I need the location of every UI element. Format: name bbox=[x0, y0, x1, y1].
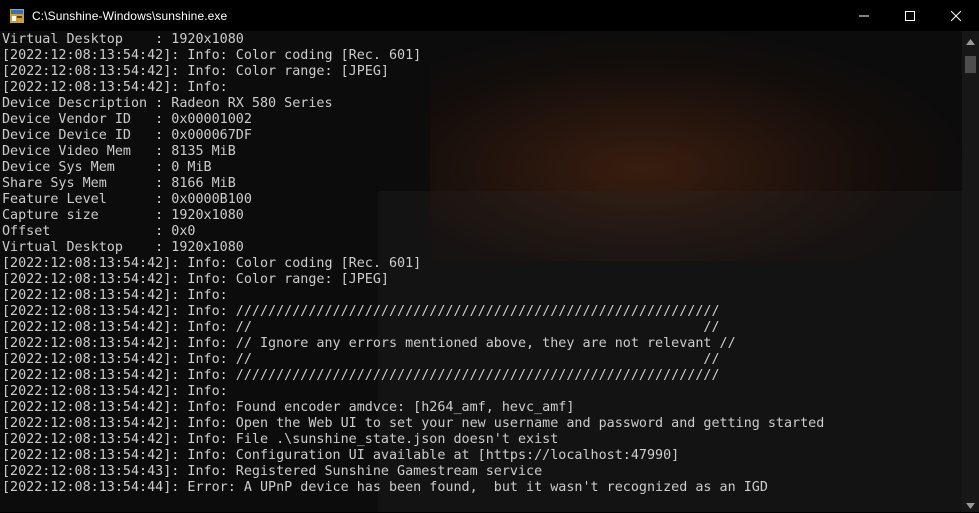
minimize-button[interactable] bbox=[841, 0, 887, 31]
console-line: Share Sys Mem : 8166 MiB bbox=[2, 176, 236, 191]
close-button[interactable] bbox=[933, 0, 979, 31]
console-line: [2022:12:08:13:54:42]: Info: Color range… bbox=[2, 64, 389, 79]
title-bar[interactable]: C:\Sunshine-Windows\sunshine.exe bbox=[0, 0, 979, 31]
console-line: [2022:12:08:13:54:42]: Info: bbox=[2, 288, 228, 303]
console-line: [2022:12:08:13:54:42]: Info: bbox=[2, 80, 228, 95]
maximize-button[interactable] bbox=[887, 0, 933, 31]
maximize-icon bbox=[905, 6, 915, 25]
scroll-down-button[interactable] bbox=[962, 495, 979, 512]
console-lines: Virtual Desktop : 1920x1080 [2022:12:08:1… bbox=[2, 32, 824, 496]
console-line: [2022:12:08:13:54:42]: Info: File .\suns… bbox=[2, 432, 559, 447]
console-line: Offset : 0x0 bbox=[2, 224, 196, 239]
console-line: [2022:12:08:13:54:42]: Info: // // bbox=[2, 352, 720, 367]
console-line: [2022:12:08:13:54:42]: Info: Color codin… bbox=[2, 48, 422, 63]
scroll-up-arrow-icon bbox=[966, 30, 975, 49]
console-line: [2022:12:08:13:54:43]: Info: Registered … bbox=[2, 464, 543, 479]
console-line: Capture size : 1920x1080 bbox=[2, 208, 244, 223]
console-line: [2022:12:08:13:54:42]: Info: Found encod… bbox=[2, 400, 575, 415]
minimize-icon bbox=[859, 6, 869, 25]
console-line: Device Sys Mem : 0 MiB bbox=[2, 160, 212, 175]
console-line: Device Description : Radeon RX 580 Serie… bbox=[2, 96, 333, 111]
console-line: [2022:12:08:13:54:42]: Info: ///////////… bbox=[2, 368, 720, 383]
close-icon bbox=[950, 6, 962, 25]
scrollbar-thumb[interactable] bbox=[965, 56, 976, 73]
console-line: [2022:12:08:13:54:44]: Error: A UPnP dev… bbox=[2, 480, 768, 495]
console-line: Device Device ID : 0x000067DF bbox=[2, 128, 252, 143]
scroll-up-button[interactable] bbox=[962, 31, 979, 48]
console-line: [2022:12:08:13:54:42]: Info: ///////////… bbox=[2, 304, 720, 319]
console-line: [2022:12:08:13:54:42]: Info: bbox=[2, 384, 228, 399]
scroll-down-arrow-icon bbox=[966, 494, 975, 513]
console-line: Virtual Desktop : 1920x1080 bbox=[2, 32, 244, 47]
console-window: C:\Sunshine-Windows\sunshine.exe Virtual bbox=[0, 0, 979, 512]
vertical-scrollbar[interactable] bbox=[962, 31, 979, 512]
console-line: [2022:12:08:13:54:42]: Info: Color codin… bbox=[2, 256, 422, 271]
console-output[interactable]: Virtual Desktop : 1920x1080 [2022:12:08:1… bbox=[0, 31, 962, 512]
console-line: Device Video Mem : 8135 MiB bbox=[2, 144, 236, 159]
console-line: [2022:12:08:13:54:42]: Info: Open the We… bbox=[2, 416, 825, 431]
console-line: [2022:12:08:13:54:42]: Info: Color range… bbox=[2, 272, 389, 287]
window-title: C:\Sunshine-Windows\sunshine.exe bbox=[32, 8, 228, 23]
console-line: Device Vendor ID : 0x00001002 bbox=[2, 112, 252, 127]
console-line: [2022:12:08:13:54:42]: Info: // // bbox=[2, 320, 720, 335]
console-app-icon bbox=[9, 8, 25, 24]
console-line: Virtual Desktop : 1920x1080 bbox=[2, 240, 244, 255]
console-line: [2022:12:08:13:54:42]: Info: // Ignore a… bbox=[2, 336, 736, 351]
console-line: Feature Level : 0x0000B100 bbox=[2, 192, 252, 207]
console-line: [2022:12:08:13:54:42]: Info: Configurati… bbox=[2, 448, 680, 463]
